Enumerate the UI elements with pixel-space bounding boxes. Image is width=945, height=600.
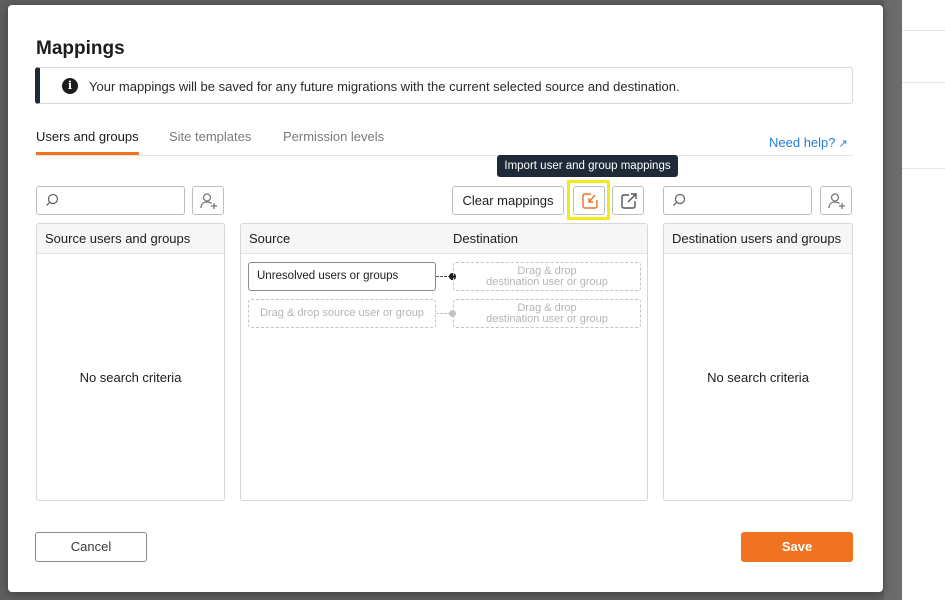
tab-site-templates[interactable]: Site templates	[169, 129, 251, 144]
dest-empty-message: No search criteria	[707, 370, 809, 385]
dest-search-field[interactable]	[663, 186, 812, 215]
drop-zone-label-line1: Drag & drop	[517, 265, 577, 277]
import-icon	[582, 193, 598, 209]
destination-drop-zone[interactable]: Drag & drop destination user or group	[453, 262, 641, 291]
export-icon	[621, 193, 637, 209]
dest-search-input[interactable]	[692, 191, 810, 211]
dialog-title: Mappings	[36, 38, 125, 59]
add-source-user-button[interactable]	[192, 186, 224, 215]
mapping-panel: Source Destination Unresolved users or g…	[240, 223, 648, 501]
destination-users-panel: Destination users and groups No search c…	[663, 223, 853, 501]
tabs-divider	[36, 155, 853, 156]
source-empty-message: No search criteria	[79, 370, 182, 385]
background-page-edge	[902, 0, 945, 600]
source-column-header: Source	[249, 231, 291, 246]
source-panel-header: Source users and groups	[37, 224, 224, 254]
drop-zone-label-line2: destination user or group	[486, 276, 608, 288]
add-user-icon	[200, 193, 217, 209]
drop-zone-label-line1: Drag & drop	[517, 302, 577, 314]
dest-panel-header: Destination users and groups	[664, 224, 852, 254]
tab-users-and-groups[interactable]: Users and groups	[36, 129, 139, 144]
source-drop-zone[interactable]: Drag & drop source user or group	[248, 299, 436, 328]
export-mappings-button[interactable]	[612, 186, 644, 215]
external-link-icon: ↗	[838, 138, 848, 150]
info-icon: i	[62, 78, 78, 94]
mappings-dialog: Mappings i Your mappings will be saved f…	[8, 5, 883, 592]
destination-drop-zone[interactable]: Drag & drop destination user or group	[453, 299, 641, 328]
add-dest-user-button[interactable]	[820, 186, 852, 215]
drop-zone-label-line2: destination user or group	[486, 313, 608, 325]
clear-mappings-button[interactable]: Clear mappings	[452, 186, 564, 215]
destination-column-header: Destination	[453, 231, 519, 246]
need-help-link[interactable]: Need help? ↗	[769, 135, 848, 150]
import-mappings-button[interactable]	[573, 186, 605, 215]
source-users-panel: Source users and groups No search criter…	[36, 223, 225, 501]
need-help-label: Need help?	[769, 135, 836, 150]
add-user-icon	[828, 193, 845, 209]
info-text: Your mappings will be saved for any futu…	[89, 79, 680, 94]
search-icon	[46, 193, 59, 206]
source-search-field[interactable]	[36, 186, 185, 215]
save-button[interactable]: Save	[741, 532, 853, 562]
search-icon	[673, 193, 686, 206]
info-banner: i Your mappings will be saved for any fu…	[35, 67, 853, 104]
import-mappings-tooltip: Import user and group mappings	[497, 155, 678, 177]
mapping-panel-header: Source Destination	[241, 224, 647, 254]
cancel-button[interactable]: Cancel	[35, 532, 147, 562]
source-mapping-item[interactable]: Unresolved users or groups	[248, 262, 436, 291]
source-search-input[interactable]	[65, 191, 183, 211]
background-page-strip	[884, 0, 902, 600]
tab-permission-levels[interactable]: Permission levels	[283, 129, 384, 144]
